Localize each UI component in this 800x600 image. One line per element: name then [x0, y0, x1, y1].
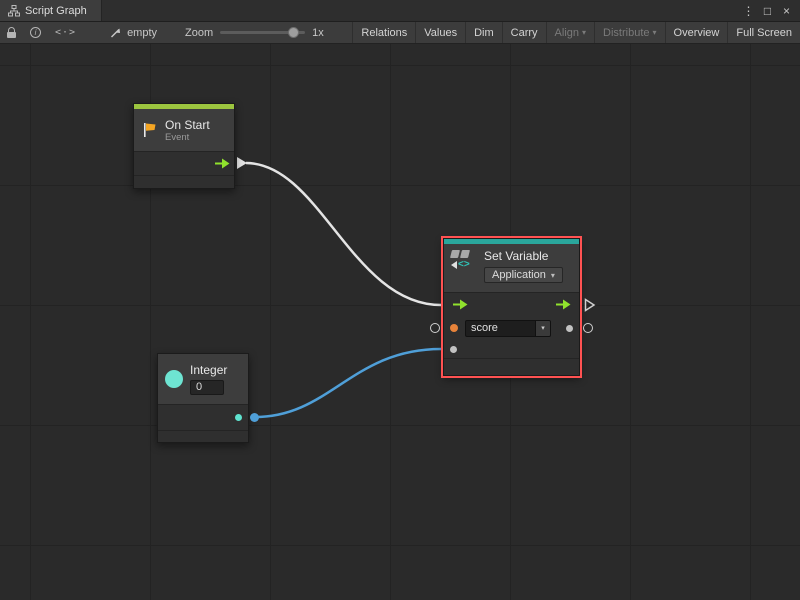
script-graph-window: { "window": { "tab_title": "Script Graph… [0, 0, 800, 600]
unit-arrow-icon [451, 261, 457, 269]
value-wire[interactable] [255, 349, 441, 417]
window-menu-icon[interactable]: ⋮ [740, 2, 757, 20]
control-in-arrow-icon [460, 300, 468, 310]
variable-value-input-port[interactable] [450, 346, 457, 353]
unit-icon: <> [451, 260, 477, 270]
scope-caret-icon: ▾ [551, 271, 555, 280]
wires-layer [0, 44, 800, 600]
full-screen-label: Full Screen [736, 27, 792, 39]
set-variable-head-col: Set Variable Application ▾ [484, 249, 563, 283]
dim-label: Dim [474, 27, 494, 39]
zoom-slider-thumb[interactable] [288, 27, 299, 38]
distribute-label: Distribute [603, 27, 649, 39]
on-start-footer [134, 175, 234, 188]
control-wire[interactable] [246, 163, 441, 305]
variable-name-value: score [466, 322, 535, 334]
info-glyph: i [30, 27, 41, 38]
integer-col: Integer 0 [190, 363, 227, 395]
script-graph-icon [8, 5, 20, 17]
node-integer[interactable]: Integer 0 [157, 353, 249, 443]
overview-button[interactable]: Overview [665, 22, 728, 43]
tab-title: Script Graph [25, 5, 87, 17]
control-out-arrow-icon [563, 300, 571, 310]
pointer-status-label: empty [127, 27, 157, 39]
set-variable-control-output-port[interactable] [555, 299, 571, 310]
integer-value-input[interactable]: 0 [190, 380, 224, 395]
relations-button[interactable]: Relations [352, 22, 415, 43]
values-label: Values [424, 27, 457, 39]
node-on-start[interactable]: On Start Event [133, 103, 235, 189]
set-variable-name-row: score ▾ [444, 316, 579, 340]
dim-button[interactable]: Dim [465, 22, 502, 43]
set-variable-control-input-port[interactable] [452, 299, 468, 310]
tab-script-graph[interactable]: Script Graph [0, 0, 102, 21]
on-start-control-output-port[interactable] [214, 158, 230, 169]
lock-icon[interactable] [0, 22, 23, 43]
variable-name-field[interactable]: score ▾ [465, 320, 551, 337]
carry-label: Carry [511, 27, 538, 39]
unconnected-left-port-ring-icon[interactable] [430, 323, 440, 333]
graph-toolbar: i <·> empty Zoom 1x Relations Values Dim… [0, 22, 800, 44]
set-variable-footer [444, 358, 579, 375]
set-variable-value-row [444, 340, 579, 358]
set-variable-control-row [444, 292, 579, 316]
variable-scope-dropdown[interactable]: Application ▾ [484, 267, 563, 283]
toolbar-buttons: Relations Values Dim Carry Align ▾ Distr… [352, 22, 800, 43]
set-variable-header[interactable]: <> Set Variable Application ▾ [444, 244, 579, 292]
zoom-slider[interactable] [220, 31, 305, 34]
info-icon[interactable]: i [23, 22, 48, 43]
control-port-arrow-icon [222, 159, 230, 169]
full-screen-button[interactable]: Full Screen [727, 22, 800, 43]
variables-box-2 [460, 250, 470, 258]
set-variable-title: Set Variable [484, 249, 563, 263]
align-label: Align [555, 27, 579, 39]
pointer-icon [109, 26, 122, 39]
titlebar: Script Graph ⋮ □ × [0, 0, 800, 22]
on-start-header[interactable]: On Start Event [134, 109, 234, 151]
integer-header[interactable]: Integer 0 [158, 354, 248, 404]
node-set-variable[interactable]: <> Set Variable Application ▾ [443, 238, 580, 376]
zoom-label: Zoom [185, 27, 213, 39]
maximize-icon[interactable]: □ [759, 2, 776, 20]
on-start-subtitle: Event [165, 132, 210, 143]
distribute-caret-icon: ▾ [653, 29, 657, 37]
window-controls: ⋮ □ × [740, 0, 800, 21]
align-button[interactable]: Align ▾ [546, 22, 594, 43]
variable-name-dropdown-icon[interactable]: ▾ [535, 321, 550, 336]
carry-button[interactable]: Carry [502, 22, 546, 43]
relations-label: Relations [361, 27, 407, 39]
zoom-value: 1x [312, 27, 324, 39]
unconnected-right-port-ring-icon[interactable] [583, 323, 593, 333]
unit-angle-icon: <> [458, 260, 470, 270]
graph-pointer-status: empty [109, 26, 157, 39]
close-icon[interactable]: × [778, 2, 795, 20]
integer-icon [165, 370, 183, 388]
code-glyph: <·> [55, 27, 76, 38]
integer-footer [158, 430, 248, 442]
variable-scope-value: Application [492, 269, 546, 281]
integer-output-port[interactable] [235, 414, 242, 421]
variables-icon [451, 250, 477, 258]
on-start-ports-row [134, 151, 234, 175]
on-start-title: On Start [165, 118, 210, 132]
lock-glyph [7, 27, 16, 38]
integer-title: Integer [190, 363, 227, 377]
integer-ports-row [158, 404, 248, 430]
variable-name-port[interactable] [450, 324, 458, 332]
zoom-control: Zoom 1x [185, 27, 324, 39]
set-variable-icon: <> [451, 249, 477, 270]
on-start-titles: On Start Event [165, 118, 210, 143]
variables-box-1 [450, 250, 460, 258]
control-wire-arrowhead-icon [237, 157, 247, 169]
unconnected-control-output-icon[interactable] [584, 298, 596, 312]
value-wire-endpoint-dot[interactable] [250, 413, 259, 422]
align-caret-icon: ▾ [582, 29, 586, 37]
values-button[interactable]: Values [415, 22, 465, 43]
inspect-code-icon[interactable]: <·> [48, 22, 83, 43]
distribute-button[interactable]: Distribute ▾ [594, 22, 664, 43]
flag-icon [141, 122, 158, 138]
graph-canvas[interactable]: On Start Event [0, 44, 800, 600]
overview-label: Overview [674, 27, 720, 39]
variable-output-port[interactable] [566, 325, 573, 332]
